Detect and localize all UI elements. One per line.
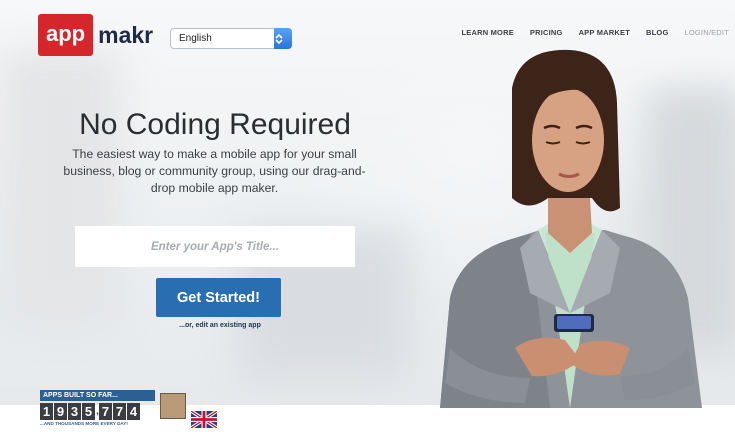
nav-learn-more[interactable]: LEARN MORE <box>461 25 513 41</box>
counter-digit: 1 <box>40 403 53 420</box>
apps-built-counter: APPS BUILT SO FAR... 1 9 3 5 , 7 7 4 ...… <box>40 390 158 430</box>
chevron-updown-icon-glyph <box>275 33 283 44</box>
nav-blog[interactable]: BLOG <box>646 25 668 41</box>
app-title-input[interactable] <box>75 226 355 267</box>
counter-digits: 1 9 3 5 , 7 7 4 <box>40 403 158 420</box>
counter-digit: 7 <box>99 403 112 420</box>
hero-person-image <box>440 49 702 408</box>
get-started-button[interactable]: Get Started! <box>156 278 281 317</box>
featured-app-thumbnail <box>160 393 186 419</box>
site-header: app makr English LEARN MORE PRICING APP … <box>0 0 735 62</box>
appmakr-logo[interactable]: app makr <box>38 14 153 56</box>
nav-pricing[interactable]: PRICING <box>530 25 563 41</box>
edit-existing-app-link[interactable]: ...or, edit an existing app <box>150 322 290 329</box>
main-nav: LEARN MORE PRICING APP MARKET BLOG LOGIN… <box>445 25 735 41</box>
language-select-value: English <box>179 33 212 44</box>
uk-flag-icon[interactable] <box>191 403 217 428</box>
counter-digit: 9 <box>54 403 67 420</box>
language-select[interactable]: English <box>170 28 292 49</box>
hero-headline: No Coding Required <box>79 108 351 141</box>
counter-digit: 3 <box>68 403 81 420</box>
uk-flag-icon-glyph <box>191 411 217 428</box>
counter-title: APPS BUILT SO FAR... <box>40 390 155 401</box>
counter-footer: ...AND THOUSANDS MORE EVERY DAY! <box>40 421 128 426</box>
hero-subtext: The easiest way to make a mobile app for… <box>63 147 366 195</box>
counter-digit: 7 <box>113 403 126 420</box>
counter-digit: 5 <box>82 403 95 420</box>
nav-login-edit[interactable]: LOGIN/EDIT <box>684 25 729 41</box>
counter-digit: 4 <box>127 403 140 420</box>
chevron-updown-icon[interactable] <box>274 28 292 49</box>
logo-app-text: app <box>38 14 94 56</box>
logo-makr-text: makr <box>98 21 154 48</box>
nav-app-market[interactable]: APP MARKET <box>579 25 630 41</box>
featured-app-badge[interactable] <box>160 390 188 428</box>
